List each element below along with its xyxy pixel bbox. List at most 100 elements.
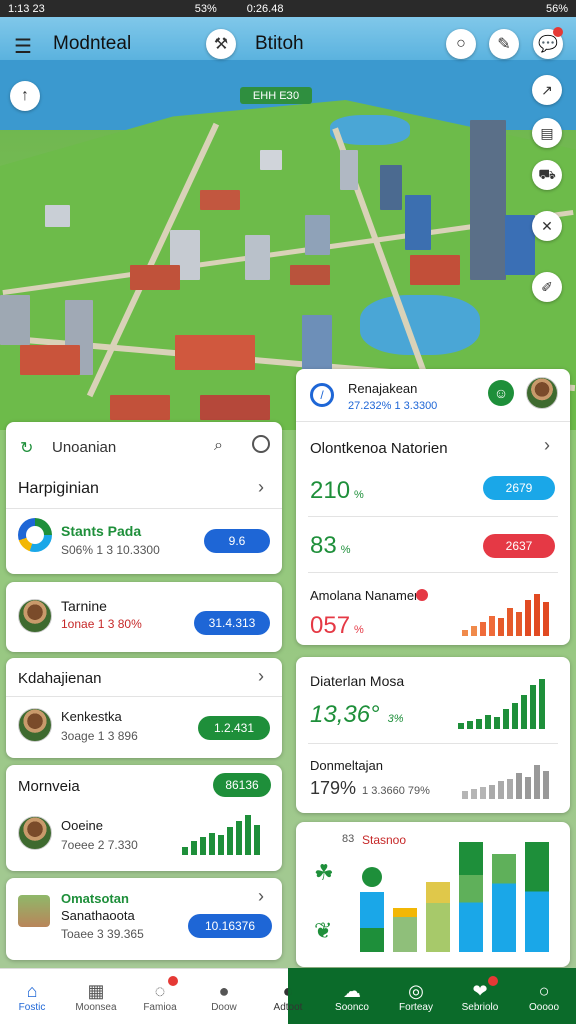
card-title: Harpiginian: [18, 480, 99, 497]
building: [290, 265, 330, 285]
leaf-icon: ☘: [314, 860, 334, 885]
value-pill[interactable]: 2637: [483, 534, 555, 558]
divider: [308, 516, 558, 517]
item-subtitle: S06% 1 3 10.3300: [61, 543, 160, 557]
alert-icon: [416, 589, 428, 601]
close-tool-icon[interactable]: ✕: [532, 211, 562, 241]
notification-badge: [488, 976, 498, 986]
right-card-3[interactable]: Diaterlan Mosa 13,36° 3% Donmeltajan 179%…: [296, 657, 570, 813]
tools-icon[interactable]: ⚒: [206, 29, 236, 59]
building: [200, 190, 240, 210]
nav-item-sebriolo[interactable]: ❤ Sebriolo: [448, 968, 512, 1024]
right-card-1[interactable]: / Renajakean 27.232% 1 3.3300 ☺ Olontken…: [296, 369, 570, 645]
avatar: [18, 599, 52, 633]
row1-value: 210: [310, 477, 351, 504]
user-icon[interactable]: ☺: [488, 380, 514, 406]
nav-item-adtoot[interactable]: ◐ Adtoot: [256, 968, 320, 1024]
edit-icon[interactable]: ✎: [489, 29, 519, 59]
chevron-right-icon[interactable]: ›: [544, 435, 550, 456]
lake: [360, 295, 480, 355]
nav-item-fostic[interactable]: ⌂ Fostic: [0, 968, 64, 1024]
nav-label: Soonco: [335, 1001, 369, 1013]
avatar: [18, 816, 52, 850]
building: [405, 195, 431, 250]
chevron-right-icon[interactable]: ›: [258, 666, 264, 687]
sub-title: Donmeltajan: [310, 758, 383, 773]
value-pill[interactable]: 10.16376: [188, 914, 272, 938]
value-pill[interactable]: 86136: [213, 773, 271, 797]
value-pill[interactable]: 1.2.431: [198, 716, 270, 740]
left-card-5[interactable]: Omatsotan Sanathaoota Toaee 3 39.365 › 1…: [6, 878, 282, 960]
status-time-left: 1:13 23: [8, 2, 45, 15]
plant-icon: ❦: [314, 918, 333, 943]
building: [130, 265, 180, 290]
value-pill[interactable]: 2679: [483, 476, 555, 500]
person-name: Tarnine: [61, 598, 107, 614]
building: [45, 205, 70, 227]
refresh-icon[interactable]: ↻: [20, 438, 33, 458]
building: [410, 255, 460, 285]
circle-icon: ○: [538, 980, 550, 1001]
nav-item-moonsea[interactable]: ▦ Moonsea: [64, 968, 128, 1024]
heart-icon: ❤: [472, 980, 488, 1001]
status-time-center: 0:26.48: [246, 2, 284, 15]
globe-icon: ◎: [408, 980, 424, 1001]
compass-icon[interactable]: ↑: [10, 81, 40, 111]
building: [302, 315, 332, 370]
calendar-icon: ▦: [87, 980, 105, 1001]
map-label[interactable]: ЕНН ЕЗ0: [240, 87, 312, 104]
value: 13,36°: [310, 701, 380, 728]
card-title: Kdahajienan: [18, 670, 102, 687]
notification-badge: [168, 976, 178, 986]
settings-icon[interactable]: [252, 435, 270, 453]
person-name: Ooeine: [61, 818, 103, 833]
nav-item-doow[interactable]: ● Doow: [192, 968, 256, 1024]
person-name: Kenkestka: [61, 709, 122, 724]
card-header: Unoanian: [52, 439, 117, 456]
menu-icon[interactable]: ☰: [14, 34, 32, 59]
nav-label: Forteay: [399, 1001, 433, 1013]
building: [20, 345, 80, 375]
sub2: 1 3.3660 79%: [362, 785, 430, 797]
skyscraper: [470, 120, 506, 280]
pin-icon[interactable]: ✐: [532, 272, 562, 302]
draw-icon[interactable]: ↗: [532, 75, 562, 105]
refresh-icon[interactable]: ○: [446, 29, 476, 59]
bottom-nav: ⌂ Fostic ▦ Moonsea ◌ Famioa ● Doow ◐ Adt…: [0, 968, 576, 1024]
app-title-right: Btitoh: [255, 33, 304, 54]
person-sub: 7oeee 2 7.330: [61, 838, 138, 852]
avatar[interactable]: [526, 377, 558, 409]
stacked-bar-chart: [360, 842, 549, 952]
nav-item-famioa[interactable]: ◌ Famioa: [128, 968, 192, 1024]
layers-icon[interactable]: ▤: [532, 118, 562, 148]
nav-item-forteay[interactable]: ◎ Forteay: [384, 968, 448, 1024]
nav-label: Fostic: [18, 1001, 46, 1013]
vehicle-icon[interactable]: ⛟: [532, 160, 562, 190]
left-card-4[interactable]: Mornveia 86136 Ooeine 7oeee 2 7.330: [6, 765, 282, 871]
chevron-right-icon[interactable]: ›: [258, 886, 264, 907]
left-card-1[interactable]: ↻ Unoanian ⌕ Harpiginian › Stants Pada S…: [6, 422, 282, 574]
right-card-4[interactable]: 83 Stasnoo ☘ ❦: [296, 822, 570, 967]
sub-title: Amolana Nanamer: [310, 588, 419, 603]
avatar: [18, 708, 52, 742]
value-pill[interactable]: 9.6: [204, 529, 270, 553]
nav-label: Moonsea: [75, 1001, 117, 1013]
card-title: Renajakean: [348, 381, 418, 396]
left-card-3[interactable]: Kdahajienan › Kenkestka 3oage 1 3 896 1.…: [6, 658, 282, 758]
chevron-right-icon[interactable]: ›: [258, 477, 264, 498]
value2: 179%: [310, 778, 357, 798]
person-icon: ●: [218, 980, 230, 1001]
unit: %: [354, 624, 364, 636]
value: 057: [310, 612, 351, 639]
nav-item-ooooo[interactable]: ○ Ooooo: [512, 968, 576, 1024]
building: [175, 335, 255, 370]
building: [0, 295, 30, 345]
search-icon[interactable]: ⌕: [214, 437, 223, 455]
value-pill[interactable]: 31.4.313: [194, 611, 270, 635]
nav-item-soonco[interactable]: ☁ Soonco: [320, 968, 384, 1024]
nav-label: Doow: [211, 1001, 237, 1013]
building: [340, 150, 358, 190]
item-sub: Toaee 3 39.365: [61, 927, 144, 941]
left-card-2[interactable]: Tarnine 1onae 1 3 80% 31.4.313: [6, 582, 282, 652]
app-title-left: Modnteal: [53, 33, 132, 54]
